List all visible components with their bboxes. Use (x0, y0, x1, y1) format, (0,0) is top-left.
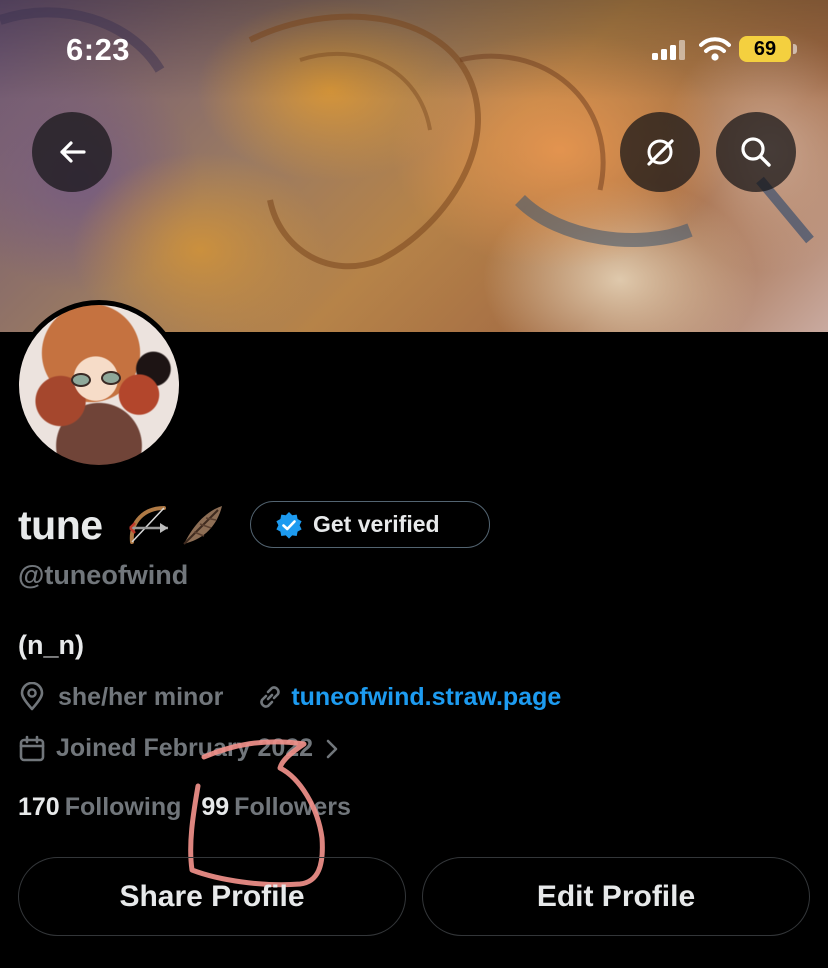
battery-tip (793, 44, 797, 54)
calendar-icon (19, 735, 45, 761)
grok-button[interactable] (620, 112, 700, 192)
search-icon (741, 137, 771, 167)
profile-stats: 170 Following 99 Followers (18, 793, 351, 822)
profile-meta-row: she/her minor tuneofwind.straw.page (18, 682, 561, 712)
back-button[interactable] (32, 112, 112, 192)
wifi-icon (699, 37, 731, 61)
status-bar: 6:23 69 (0, 0, 828, 100)
search-button[interactable] (716, 112, 796, 192)
display-name: tune (18, 502, 103, 548)
profile-bio: (n_n) (18, 630, 84, 660)
avatar-eye-right (101, 371, 121, 385)
location-pin-icon (20, 682, 44, 711)
following-stat[interactable]: 170 Following (18, 793, 181, 822)
avatar-eye-left (71, 373, 91, 387)
profile-handle: @tuneofwind (18, 560, 189, 590)
grok-icon (647, 139, 674, 166)
following-count: 170 (18, 793, 60, 821)
back-arrow-icon (60, 141, 86, 163)
status-time: 6:23 (66, 32, 131, 67)
share-profile-button[interactable]: Share Profile (18, 857, 406, 936)
feather-emoji (183, 506, 222, 545)
cellular-signal-icon (652, 40, 685, 60)
chevron-right-icon (326, 739, 338, 758)
profile-joined-date: Joined February 2022 (56, 734, 314, 762)
profile-website-link[interactable]: tuneofwind.straw.page (291, 683, 561, 712)
battery-indicator: 69 (739, 36, 791, 62)
followers-stat[interactable]: 99 Followers (201, 793, 351, 822)
followers-label: Followers (234, 793, 351, 821)
profile-location: she/her minor (58, 682, 224, 711)
edit-profile-button[interactable]: Edit Profile (422, 857, 810, 936)
following-label: Following (64, 793, 182, 821)
followers-count: 99 (201, 793, 230, 821)
get-verified-button[interactable]: Get verified (250, 501, 490, 548)
bow-and-arrow-emoji (129, 506, 168, 544)
profile-avatar[interactable] (14, 300, 184, 470)
get-verified-label: Get verified (313, 511, 440, 537)
verified-badge-icon (276, 511, 302, 539)
profile-joined-row[interactable]: Joined February 2022 (18, 734, 341, 763)
link-icon (260, 686, 281, 708)
